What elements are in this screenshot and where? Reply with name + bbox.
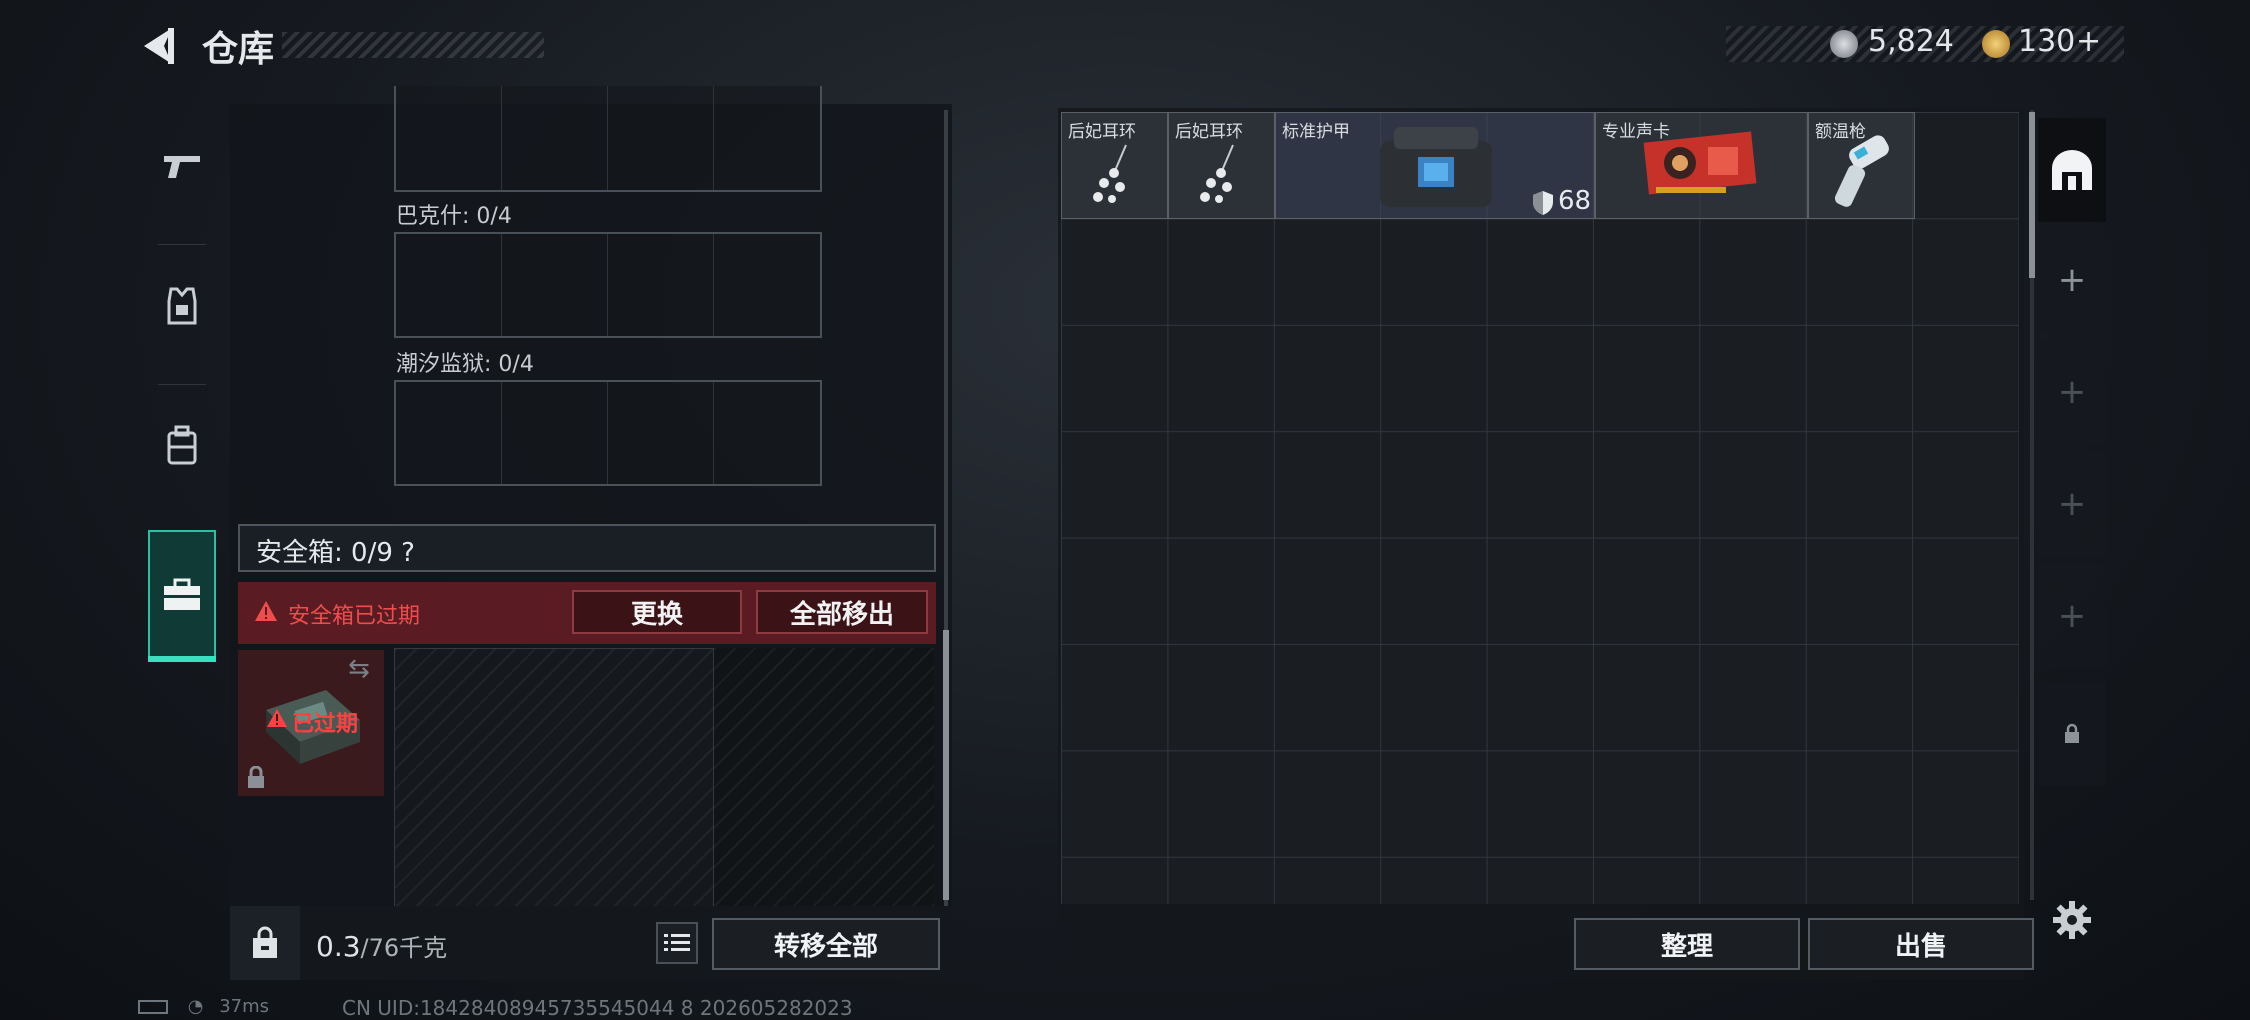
item-durability: 68 — [1558, 186, 1592, 216]
earring-icon — [1093, 144, 1127, 203]
weight-icon — [253, 926, 277, 958]
safebox-grid-unlocked[interactable] — [394, 648, 714, 908]
gold-coin-icon — [1982, 30, 2010, 58]
back-button[interactable] — [138, 24, 182, 68]
warehouse-grid[interactable] — [1061, 112, 2019, 904]
battery-icon — [138, 1000, 168, 1014]
transfer-all-button[interactable]: 转移全部 — [712, 918, 940, 970]
title-decoration — [282, 32, 544, 58]
gear-icon — [2053, 901, 2091, 939]
gold-currency-value: 130 — [2018, 24, 2076, 59]
replace-button[interactable]: 更换 — [572, 590, 742, 634]
uid-text: CN UID:18428408945735545044 8 2026052820… — [342, 996, 853, 1020]
armor-vest-icon — [167, 287, 197, 325]
silver-currency-value: 5,824 — [1868, 24, 1954, 59]
sell-button[interactable]: 出售 — [1808, 918, 2034, 970]
warehouse-tab-locked[interactable] — [2038, 682, 2106, 786]
weight-current: 0.3 — [316, 930, 361, 963]
gold-topup-button[interactable]: + — [2076, 24, 2101, 59]
wifi-icon: ◔ — [187, 996, 204, 1017]
item-name: 标准护甲 — [1282, 122, 1350, 142]
organize-button[interactable]: 整理 — [1574, 918, 1800, 970]
settings-button[interactable] — [2052, 900, 2092, 944]
expired-warning-icon — [267, 709, 287, 727]
left-scrollbar-thumb[interactable] — [943, 630, 949, 900]
nav-active-indicator — [148, 656, 216, 662]
warehouse-tab-main[interactable] — [2038, 118, 2106, 222]
expired-badge: 已过期 — [292, 712, 359, 737]
vault-icon — [2052, 150, 2092, 190]
lock-icon — [248, 766, 264, 788]
warehouse-scrollbar-thumb[interactable] — [2029, 112, 2035, 278]
container-slots-top[interactable] — [394, 86, 822, 192]
ping-value: 37ms — [219, 996, 270, 1017]
weight-lock-button[interactable] — [230, 906, 300, 980]
inventory-item[interactable]: 后妃耳环 — [1168, 112, 1275, 219]
safebox-expired-text: 安全箱已过期 — [288, 604, 421, 629]
briefcase-icon — [164, 578, 200, 610]
thermometer-gun-icon — [1834, 135, 1889, 207]
page-title: 仓库 — [202, 29, 275, 70]
warning-icon — [255, 601, 277, 621]
status-bar: ◔ 37ms — [138, 996, 269, 1017]
nav-weapons[interactable] — [138, 100, 226, 230]
plus-icon: + — [2057, 596, 2087, 636]
gun-icon — [164, 156, 200, 178]
nav-safebox[interactable] — [148, 530, 216, 660]
plus-icon: + — [2057, 484, 2087, 524]
item-name: 后妃耳环 — [1068, 122, 1136, 142]
nav-backpack[interactable] — [138, 380, 226, 510]
back-arrow-icon — [144, 28, 174, 64]
plus-icon: + — [2057, 372, 2087, 412]
earring-icon — [1200, 144, 1234, 203]
nav-armor[interactable] — [138, 240, 226, 370]
item-name: 专业声卡 — [1602, 122, 1670, 142]
container-slots-tidal-prison[interactable] — [394, 380, 822, 486]
container-label-bakshi: 巴克什: 0/4 — [396, 204, 512, 229]
safebox-title[interactable]: 安全箱: 0/9 ? — [256, 532, 415, 569]
warehouse-tab-add-4[interactable]: + — [2038, 564, 2106, 668]
item-name: 后妃耳环 — [1175, 122, 1243, 142]
safebox-grid-locked — [714, 648, 934, 908]
list-icon — [664, 934, 690, 951]
backpack-icon — [167, 425, 197, 465]
weight-max: /76千克 — [360, 934, 448, 962]
move-all-out-button[interactable]: 全部移出 — [756, 590, 928, 634]
inventory-item[interactable]: 额温枪 — [1808, 112, 1915, 219]
inventory-item[interactable]: 后妃耳环 — [1061, 112, 1168, 219]
list-view-button[interactable] — [656, 922, 698, 964]
swap-icon[interactable]: ⇆ — [348, 654, 370, 684]
container-label-tidal-prison: 潮汐监狱: 0/4 — [396, 352, 534, 377]
warehouse-tab-add-1[interactable]: + — [2038, 228, 2106, 332]
armor-bag-icon — [1380, 127, 1492, 207]
weight-readout: 0.3/76千克 — [316, 928, 447, 963]
plus-icon: + — [2057, 260, 2087, 300]
durability-shield-icon — [1533, 191, 1553, 215]
container-slots-bakshi[interactable] — [394, 232, 822, 338]
lock-icon — [2065, 723, 2079, 743]
warehouse-tab-add-3[interactable]: + — [2038, 452, 2106, 556]
silver-coin-icon — [1830, 30, 1858, 58]
inventory-item[interactable]: 专业声卡 — [1595, 112, 1808, 219]
warehouse-tab-add-2[interactable]: + — [2038, 340, 2106, 444]
